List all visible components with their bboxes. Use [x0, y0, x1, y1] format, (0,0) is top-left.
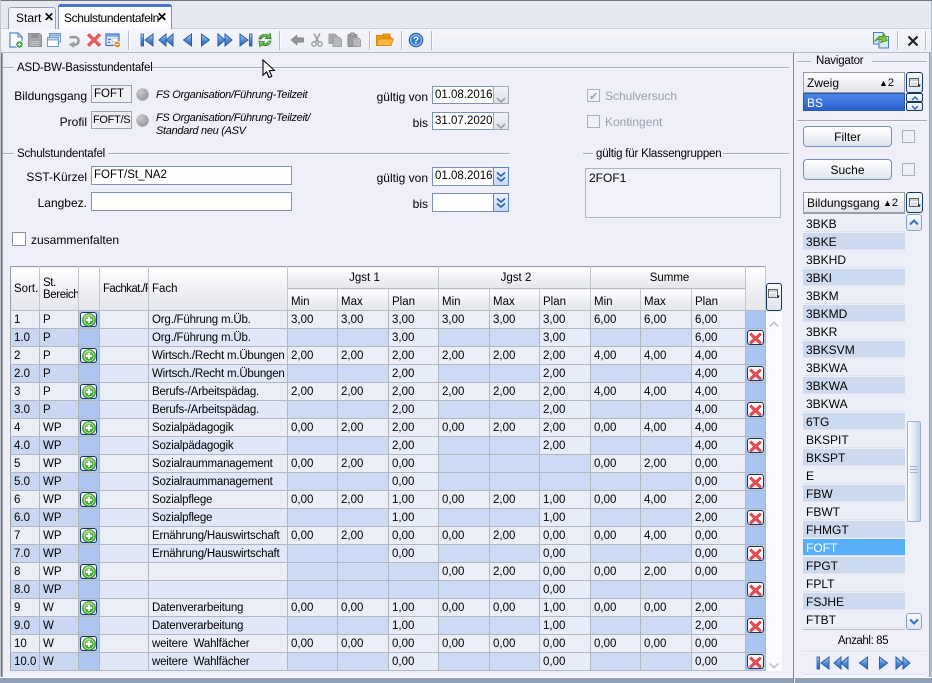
- svg-text:?: ?: [413, 36, 419, 47]
